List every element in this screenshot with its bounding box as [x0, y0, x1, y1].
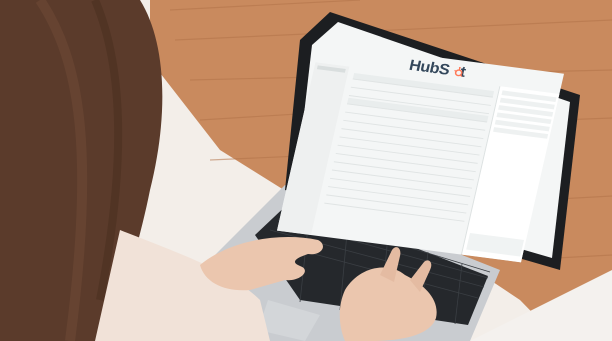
panel-promo-box[interactable]: [466, 232, 524, 257]
top-nav: [322, 50, 338, 52]
laptop-screen-ui: HubS t: [276, 42, 564, 263]
photo-scene: HubS t: [0, 0, 612, 341]
panel-promo-text: [472, 235, 522, 242]
sprocket-icon: [454, 66, 463, 77]
sidebar-item[interactable]: [314, 78, 343, 85]
